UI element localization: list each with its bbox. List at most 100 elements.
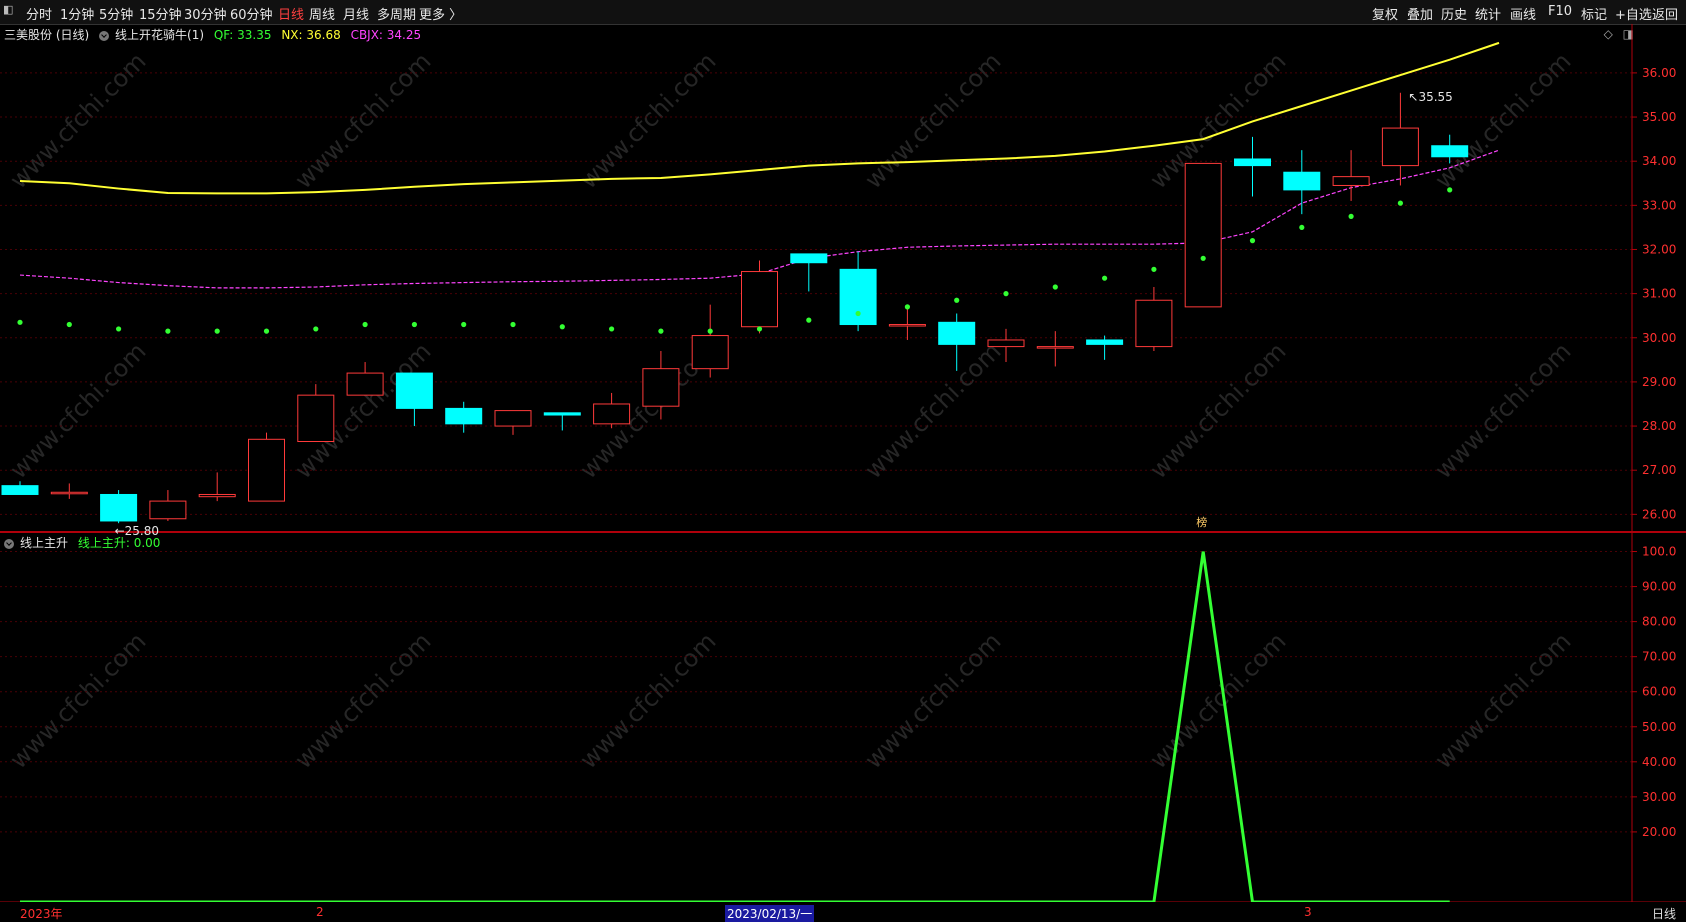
candle-body: [1283, 171, 1321, 191]
period-tab-0[interactable]: 分时: [26, 4, 52, 23]
sub-indicator-value: 线上主升: 0.00: [77, 536, 161, 550]
qf-dot: [313, 326, 319, 332]
qf-dot: [510, 321, 516, 328]
candle-body: [938, 321, 976, 345]
cursor-date-label: 2023/02/13/一: [725, 905, 815, 922]
sub-y-tick-label: 30.00: [1642, 790, 1676, 804]
candle-body: [100, 493, 138, 522]
period-tab-3[interactable]: 15分钟: [139, 4, 182, 23]
qf-dot: [1102, 275, 1108, 281]
watermark-text: www.cfchi.com: [859, 627, 1006, 774]
candle-body: [691, 335, 729, 370]
toolbar-action-0[interactable]: 复权: [1372, 4, 1398, 23]
qf-dot: [1200, 255, 1206, 261]
qf-dot: [1447, 187, 1453, 193]
qf-dot: [214, 328, 220, 334]
sub-indicator-name[interactable]: 线上主升: [20, 536, 68, 550]
qf-value: QF: 33.35: [213, 28, 272, 42]
period-tab-9[interactable]: 多周期: [377, 4, 416, 23]
qf-dot: [461, 321, 467, 328]
qf-dot: [1151, 266, 1157, 272]
toolbar-action-8[interactable]: 返回: [1652, 4, 1678, 23]
stock-title: 三美股份 (日线): [4, 28, 90, 42]
watermark-text: www.cfchi.com: [1144, 47, 1291, 194]
qf-dot: [1348, 213, 1354, 219]
qf-dot: [904, 304, 911, 310]
period-tab-1[interactable]: 1分钟: [60, 4, 94, 23]
sub-y-tick-label: 100.0: [1642, 545, 1676, 559]
period-tab-10[interactable]: 更多 〉: [419, 4, 462, 23]
sub-indicator-toggle-icon[interactable]: [4, 538, 14, 549]
year-label: 2023年: [20, 907, 63, 921]
indicator-toggle-icon[interactable]: [99, 30, 110, 41]
candle-body: [1036, 346, 1074, 349]
qf-dot: [165, 328, 171, 334]
qf-dot: [1249, 238, 1256, 244]
watermark-text: www.cfchi.com: [289, 47, 436, 194]
qf-dot: [559, 324, 565, 330]
period-label: 日线: [1651, 907, 1676, 921]
qf-dot: [954, 297, 960, 303]
diamond-icon[interactable]: ◇: [1604, 27, 1613, 41]
main-y-tick-label: 28.00: [1642, 419, 1676, 433]
price-annotation: ↖35.55: [1408, 90, 1452, 104]
candle-body: [1431, 145, 1469, 158]
candle-body: [593, 403, 631, 425]
sub-y-tick-label: 90.00: [1642, 580, 1676, 594]
qf-dot: [1052, 284, 1058, 290]
qf-dot: [806, 317, 812, 323]
maximize-icon[interactable]: ◨: [1623, 27, 1634, 41]
qf-dot: [658, 328, 664, 334]
candle-body: [888, 324, 926, 327]
indicator-name[interactable]: 线上开花骑牛(1): [115, 28, 204, 42]
sub-y-tick-label: 40.00: [1642, 755, 1676, 769]
toolbar-action-6[interactable]: 标记: [1581, 4, 1607, 23]
watermark-text: www.cfchi.com: [574, 627, 721, 774]
toolbar-action-3[interactable]: 统计: [1475, 4, 1501, 23]
qf-dot: [411, 321, 417, 328]
toolbar-action-1[interactable]: 叠加: [1407, 4, 1433, 23]
toolbar-action-2[interactable]: 历史: [1441, 4, 1467, 23]
candle-body: [445, 407, 483, 425]
candle-body: [1234, 158, 1271, 167]
candle-body: [149, 500, 187, 520]
main-y-tick-label: 36.00: [1642, 66, 1676, 80]
qf-dot: [362, 321, 368, 328]
toolbar-action-4[interactable]: 画线: [1510, 4, 1536, 23]
toolbar-action-5[interactable]: F10: [1548, 4, 1572, 19]
main-y-tick-label: 27.00: [1642, 463, 1676, 477]
qf-dot: [609, 326, 615, 332]
period-tab-6[interactable]: 日线: [278, 4, 304, 23]
period-tab-7[interactable]: 周线: [309, 4, 335, 23]
watermark-text: www.cfchi.com: [1429, 47, 1576, 194]
month-3-label: 3: [1304, 905, 1312, 919]
qf-dot: [855, 310, 861, 317]
candle-body: [543, 412, 581, 416]
period-tab-2[interactable]: 5分钟: [99, 4, 133, 23]
watermark-text: www.cfchi.com: [289, 627, 436, 774]
candle-body: [395, 372, 433, 409]
candle-body: [1332, 176, 1370, 186]
qf-dot: [17, 319, 23, 325]
period-tab-4[interactable]: 30分钟: [184, 4, 227, 23]
toolbar-action-7[interactable]: +自选: [1615, 4, 1652, 23]
watermark-layer: www.cfchi.com www.cfchi.com www.cfchi.com w…: [4, 47, 1576, 774]
kline-chart[interactable]: www.cfchi.com www.cfchi.com www.cfchi.com w…: [0, 0, 1686, 922]
watermark-text: www.cfchi.com: [574, 337, 721, 484]
main-indicator-header: 三美股份 (日线) 线上开花骑牛(1) QF: 33.35 NX: 36.68 …: [4, 26, 427, 43]
date-axis-bar: [0, 902, 1686, 922]
qf-dot: [263, 328, 270, 334]
period-tab-5[interactable]: 60分钟: [230, 4, 273, 23]
candle-body: [1, 485, 39, 495]
candle-body: [297, 394, 335, 443]
watermark-text: www.cfchi.com: [1429, 627, 1576, 774]
main-y-tick-label: 35.00: [1642, 110, 1676, 124]
period-tab-8[interactable]: 月线: [343, 4, 369, 23]
main-y-tick-label: 30.00: [1642, 331, 1676, 345]
sub-y-tick-label: 70.00: [1642, 650, 1676, 664]
candle-body: [1086, 339, 1124, 345]
collapse-icon[interactable]: ◧: [3, 3, 13, 16]
watermark-text: www.cfchi.com: [4, 47, 151, 194]
main-y-tick-label: 32.00: [1642, 242, 1676, 256]
qf-dot: [756, 326, 763, 332]
